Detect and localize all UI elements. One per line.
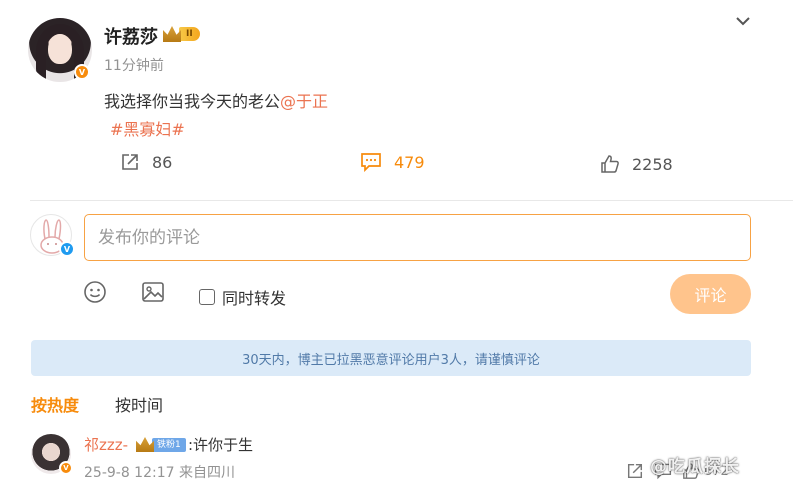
comment-button[interactable]: 479 [360, 152, 425, 172]
level-badge: II [179, 27, 200, 41]
avatar-face [48, 34, 72, 64]
fan-level-badge: 铁粉1 [152, 437, 186, 452]
submit-comment-button[interactable]: 评论 [670, 274, 751, 314]
checkbox-box[interactable] [199, 289, 215, 305]
repost-label: 同时转发 [222, 289, 287, 308]
tab-hot[interactable]: 按热度 [31, 392, 79, 416]
mention-link[interactable]: @于正 [280, 92, 328, 111]
repost-checkbox[interactable]: 同时转发 [199, 285, 286, 309]
blocklist-notice: 30天内，博主已拉黑恶意评论用户3人，请谨慎评论 [31, 340, 751, 376]
chevron-down-icon[interactable] [734, 12, 752, 30]
verified-badge-icon: V [59, 241, 75, 257]
comment-count: 479 [394, 152, 425, 172]
post-content: 我选择你当我今天的老公@于正 [104, 88, 328, 112]
comment-icon [361, 153, 381, 172]
post-text: 我选择你当我今天的老公 [104, 92, 281, 111]
comment-meta: 25-9-8 12:17 来自四川 [84, 465, 235, 481]
emoji-icon[interactable] [83, 280, 107, 304]
like-icon [601, 155, 619, 173]
comment-text: :许你于生 [188, 436, 254, 454]
comment-input[interactable] [85, 215, 750, 260]
divider [30, 200, 793, 201]
post-actions: 86 479 2258 [0, 150, 793, 180]
fan-badge[interactable]: 铁粉1 [136, 437, 186, 452]
like-button[interactable]: 2258 [600, 154, 673, 174]
repost-button[interactable]: 86 [120, 152, 172, 172]
image-icon[interactable] [141, 280, 165, 304]
repost-icon [122, 154, 138, 170]
post-time[interactable]: 11分钟前 [104, 55, 164, 75]
repost-count: 86 [152, 152, 173, 172]
comment-sort-tabs: 按热度 按时间 [31, 392, 199, 416]
verified-badge-icon: V [74, 64, 90, 80]
tab-time[interactable]: 按时间 [115, 392, 163, 416]
crown-badge[interactable]: II [163, 26, 200, 42]
repost-icon[interactable] [626, 462, 644, 480]
comment-input-box[interactable] [84, 214, 751, 261]
commenter-name[interactable]: 祁zzz- [84, 434, 128, 455]
verified-badge-icon: V [59, 461, 73, 475]
notice-text: 30天内，博主已拉黑恶意评论用户3人，请谨慎评论 [242, 352, 540, 368]
hashtag-link[interactable]: #黑寡妇# [110, 116, 185, 140]
like-count: 2258 [632, 154, 673, 174]
watermark: @吃瓜探长 [650, 457, 740, 477]
composer-toolbar: 同时转发 评论 [0, 274, 793, 314]
author-name[interactable]: 许荔莎 [104, 23, 158, 49]
